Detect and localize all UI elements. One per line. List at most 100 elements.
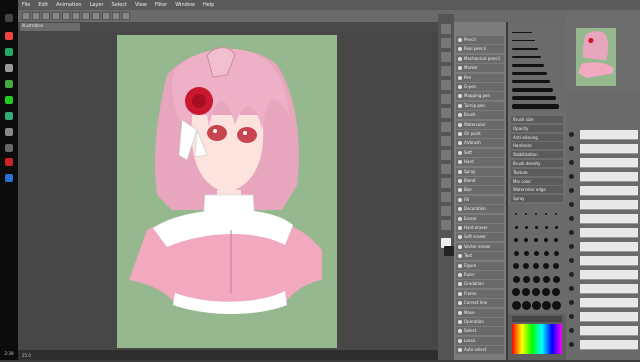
brush-size-dot[interactable] bbox=[544, 225, 548, 229]
subtool-item[interactable]: Frame bbox=[456, 289, 504, 298]
menu-item[interactable]: File bbox=[22, 2, 30, 8]
clip-studio-icon[interactable] bbox=[5, 128, 13, 136]
eye-icon[interactable] bbox=[569, 342, 574, 347]
subtool-item[interactable]: Soft eraser bbox=[456, 233, 504, 242]
brush-size-preset[interactable] bbox=[512, 72, 547, 75]
brush-size-preset[interactable] bbox=[512, 32, 532, 33]
brush-size-dot[interactable] bbox=[542, 288, 550, 296]
brush-size-preset[interactable] bbox=[512, 48, 538, 50]
subtool-item[interactable]: Brush bbox=[456, 111, 504, 120]
subtool-item[interactable]: Select bbox=[456, 327, 504, 336]
brush-size-dot[interactable] bbox=[525, 213, 527, 215]
app-icon[interactable] bbox=[5, 144, 13, 152]
eye-icon[interactable] bbox=[569, 188, 574, 193]
brush-size-dot[interactable] bbox=[522, 275, 530, 283]
brush-size-dot[interactable] bbox=[515, 213, 517, 215]
move-tool-icon[interactable] bbox=[441, 38, 451, 48]
brush-size-dot[interactable] bbox=[524, 238, 528, 242]
subtool-item[interactable]: G-pen bbox=[456, 83, 504, 91]
layer-row[interactable] bbox=[569, 158, 638, 168]
brush-size-dot[interactable] bbox=[543, 263, 549, 269]
brush-size-dot[interactable] bbox=[545, 213, 547, 215]
eye-icon[interactable] bbox=[569, 272, 574, 277]
layer-row[interactable] bbox=[569, 298, 638, 308]
subtool-item[interactable]: Turnip pen bbox=[456, 101, 504, 110]
brush-size-dot[interactable] bbox=[555, 213, 557, 215]
subtool-item[interactable]: Vector eraser bbox=[456, 242, 504, 251]
eye-icon[interactable] bbox=[569, 216, 574, 221]
menu-item[interactable]: Window bbox=[175, 2, 195, 8]
layer-row[interactable] bbox=[569, 326, 638, 336]
snap-icon[interactable] bbox=[112, 12, 120, 20]
subtool-item[interactable]: Oil paint bbox=[456, 130, 504, 138]
subtool-item[interactable]: Soft bbox=[456, 148, 504, 157]
invert-icon[interactable] bbox=[102, 12, 110, 20]
eye-icon[interactable] bbox=[569, 286, 574, 291]
menu-item[interactable]: Layer bbox=[90, 2, 104, 8]
brush-size-dot[interactable] bbox=[512, 275, 520, 283]
brush-size-dot[interactable] bbox=[533, 263, 539, 269]
tool-property-row[interactable]: Brush size bbox=[511, 116, 563, 123]
brush-size-dot[interactable] bbox=[513, 250, 519, 256]
airbrush-tool-icon[interactable] bbox=[441, 122, 451, 132]
eye-icon[interactable] bbox=[569, 244, 574, 249]
ruler-tool-icon[interactable] bbox=[441, 220, 451, 230]
brush-size-dot[interactable] bbox=[532, 288, 540, 296]
transform-icon[interactable] bbox=[82, 12, 90, 20]
brush-size-dot[interactable] bbox=[531, 300, 541, 310]
brush-size-dot[interactable] bbox=[513, 263, 519, 269]
brush-size-preset[interactable] bbox=[512, 104, 559, 109]
layer-row[interactable] bbox=[569, 270, 638, 280]
brush-size-dot[interactable] bbox=[511, 300, 521, 310]
brush-size-dot[interactable] bbox=[522, 288, 530, 296]
menu-item[interactable]: Animation bbox=[56, 2, 82, 8]
navigator-thumbnail[interactable] bbox=[576, 28, 616, 86]
eye-icon[interactable] bbox=[569, 258, 574, 263]
start-icon[interactable] bbox=[5, 14, 13, 22]
color-swatches[interactable] bbox=[508, 314, 566, 360]
app-icon[interactable] bbox=[5, 64, 13, 72]
blend-tool-icon[interactable] bbox=[441, 150, 451, 160]
brush-size-dot[interactable] bbox=[533, 250, 539, 256]
subtool-item[interactable]: Blur bbox=[456, 186, 504, 195]
brush-size-dot[interactable] bbox=[523, 263, 529, 269]
zoom-level[interactable]: 25.0 bbox=[22, 353, 31, 358]
subtool-item[interactable]: Eraser bbox=[456, 214, 504, 223]
redo-icon[interactable] bbox=[62, 12, 70, 20]
tool-property-row[interactable]: Hardness bbox=[511, 142, 563, 150]
brush-size-dot[interactable] bbox=[524, 225, 528, 229]
menu-item[interactable]: Filter bbox=[155, 2, 167, 8]
layer-row[interactable] bbox=[569, 256, 638, 266]
line-icon[interactable] bbox=[5, 96, 13, 104]
subtool-item[interactable]: Correct line bbox=[456, 299, 504, 308]
brush-size-dot[interactable] bbox=[535, 213, 537, 215]
layer-row[interactable] bbox=[569, 242, 638, 252]
brush-size-dot[interactable] bbox=[534, 225, 538, 229]
layer-row[interactable] bbox=[569, 186, 638, 196]
document-tab[interactable]: Illustration bbox=[20, 23, 80, 31]
subtool-item[interactable]: Auto select bbox=[456, 346, 504, 355]
brush-size-dot[interactable] bbox=[512, 288, 520, 296]
subtool-item[interactable]: Fill bbox=[456, 195, 504, 204]
open-icon[interactable] bbox=[32, 12, 40, 20]
tool-property-row[interactable]: Brush density bbox=[511, 160, 563, 167]
menu-item[interactable]: Help bbox=[203, 2, 214, 8]
layer-row[interactable] bbox=[569, 340, 638, 350]
subtool-item[interactable]: Watercolor bbox=[456, 120, 504, 129]
menu-item[interactable]: View bbox=[135, 2, 147, 8]
brush-size-dot[interactable] bbox=[544, 238, 548, 242]
chrome-icon[interactable] bbox=[5, 32, 13, 40]
eye-icon[interactable] bbox=[569, 146, 574, 151]
undo-icon[interactable] bbox=[52, 12, 60, 20]
fill-tool-icon[interactable] bbox=[441, 164, 451, 174]
eye-icon[interactable] bbox=[569, 314, 574, 319]
layer-row[interactable] bbox=[569, 214, 638, 224]
layer-row[interactable] bbox=[569, 144, 638, 154]
subtool-item[interactable]: Spray bbox=[456, 167, 504, 176]
tool-property-row[interactable]: Anti-aliasing bbox=[511, 133, 563, 141]
eye-icon[interactable] bbox=[569, 160, 574, 165]
brush-size-dot[interactable] bbox=[542, 275, 550, 283]
brush-size-preset[interactable] bbox=[512, 96, 556, 101]
brush-size-dot[interactable] bbox=[554, 225, 558, 229]
subtool-item[interactable]: Lasso bbox=[456, 336, 504, 345]
